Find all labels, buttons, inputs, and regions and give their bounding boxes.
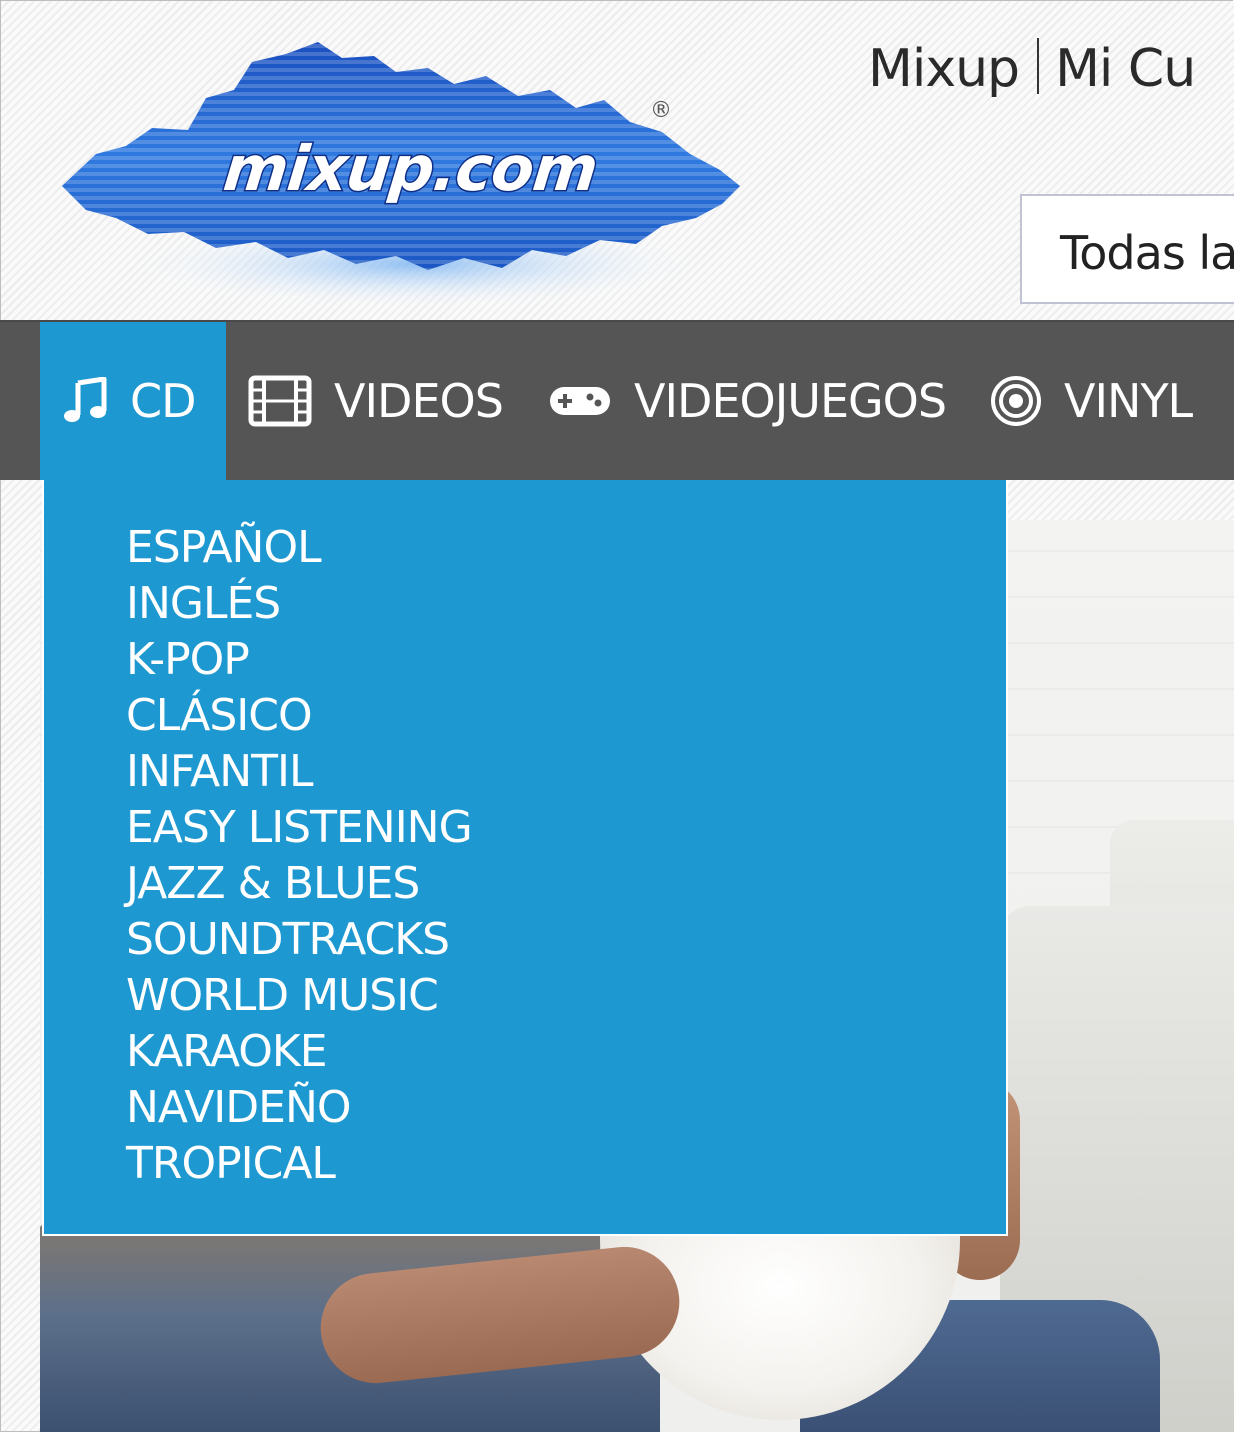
nav-item-videos[interactable]: VIDEOS — [248, 322, 504, 480]
my-account-link[interactable]: Mi Cu — [1055, 39, 1196, 99]
menu-item-karaoke[interactable]: KARAOKE — [126, 1024, 1006, 1080]
menu-item-world-music[interactable]: WORLD MUSIC — [126, 968, 1006, 1024]
nav-item-vinyl[interactable]: VINYL — [990, 322, 1193, 480]
search-category-select[interactable]: Todas la — [1020, 194, 1234, 304]
cd-genre-list: ESPAÑOL INGLÉS K-POP CLÁSICO INFANTIL EA… — [44, 480, 1006, 1192]
mixup-link[interactable]: Mixup — [868, 39, 1020, 99]
top-links: Mixup Mi Cu — [868, 38, 1196, 99]
menu-item-navideno[interactable]: NAVIDEÑO — [126, 1080, 1006, 1136]
nav-item-videojuegos[interactable]: VIDEOJUEGOS — [548, 322, 947, 480]
vinyl-record-icon — [990, 375, 1042, 427]
main-nav: CD VIDEOS VIDEOJUEGOS VINYL — [0, 320, 1234, 480]
gamepad-icon — [548, 383, 612, 419]
menu-item-espanol[interactable]: ESPAÑOL — [126, 520, 1006, 576]
mixup-logo[interactable]: mixup.com ® — [56, 36, 746, 316]
menu-item-clasico[interactable]: CLÁSICO — [126, 688, 1006, 744]
logo-text: mixup.com — [219, 131, 603, 207]
menu-item-jazz-blues[interactable]: JAZZ & BLUES — [126, 856, 1006, 912]
nav-label-videos: VIDEOS — [334, 374, 504, 428]
nav-label-cd: CD — [130, 374, 197, 428]
menu-item-soundtracks[interactable]: SOUNDTRACKS — [126, 912, 1006, 968]
menu-item-ingles[interactable]: INGLÉS — [126, 576, 1006, 632]
menu-item-easy-listening[interactable]: EASY LISTENING — [126, 800, 1006, 856]
menu-item-k-pop[interactable]: K-POP — [126, 632, 1006, 688]
link-separator — [1037, 38, 1040, 94]
registered-mark: ® — [650, 98, 672, 123]
nav-label-videojuegos: VIDEOJUEGOS — [634, 374, 947, 428]
nav-item-cd[interactable]: CD — [40, 322, 226, 480]
film-icon — [248, 375, 312, 427]
menu-item-infantil[interactable]: INFANTIL — [126, 744, 1006, 800]
cd-dropdown-menu: ESPAÑOL INGLÉS K-POP CLÁSICO INFANTIL EA… — [42, 480, 1008, 1236]
music-note-icon — [64, 377, 108, 425]
nav-label-vinyl: VINYL — [1064, 374, 1193, 428]
menu-item-tropical[interactable]: TROPICAL — [126, 1136, 1006, 1192]
